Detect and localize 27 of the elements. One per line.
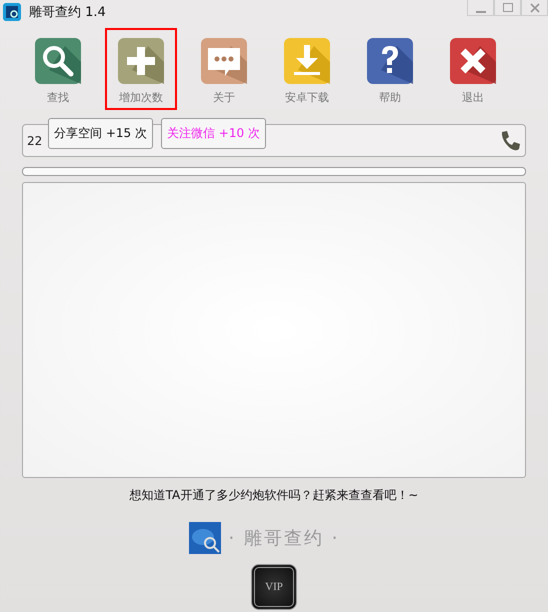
maximize-button[interactable] [494,0,521,16]
hint-text: 想知道TA开通了多少约炮软件吗？赶紧来查查看吧！~ [128,487,420,504]
search-icon [35,38,81,84]
vip-badge: VIP [251,564,297,610]
toolbar-button[interactable]: 查找 [22,28,94,110]
toolbar-button[interactable]: 安卓下载 [271,28,343,110]
toolbar-button[interactable]: 关于 [188,28,260,110]
maximize-icon [502,2,512,12]
app-icon [3,3,21,21]
tooltip[interactable]: 分享空间 +15 次 [48,118,153,149]
minimize-icon [476,10,486,12]
logo-icon [188,522,221,554]
close-icon [450,38,496,84]
minimize-button[interactable] [467,0,494,16]
window-title: 雕哥查约 1.4 [29,4,106,21]
download-icon [284,38,330,84]
brand-name: · 雕哥查约 · [228,527,340,550]
phone-icon [499,130,521,152]
toolbar-button[interactable]: 退出 [437,28,509,110]
tooltip[interactable]: 关注微信 +10 次 [160,118,266,149]
speech-bubble-icon [201,38,247,84]
toolbar-button[interactable]: 帮助 [354,28,426,110]
toolbar-button[interactable]: 增加次数 [105,28,177,110]
close-button[interactable] [521,0,548,16]
close-icon [530,2,540,12]
plus-icon [118,38,164,84]
question-mark-icon [367,38,413,84]
